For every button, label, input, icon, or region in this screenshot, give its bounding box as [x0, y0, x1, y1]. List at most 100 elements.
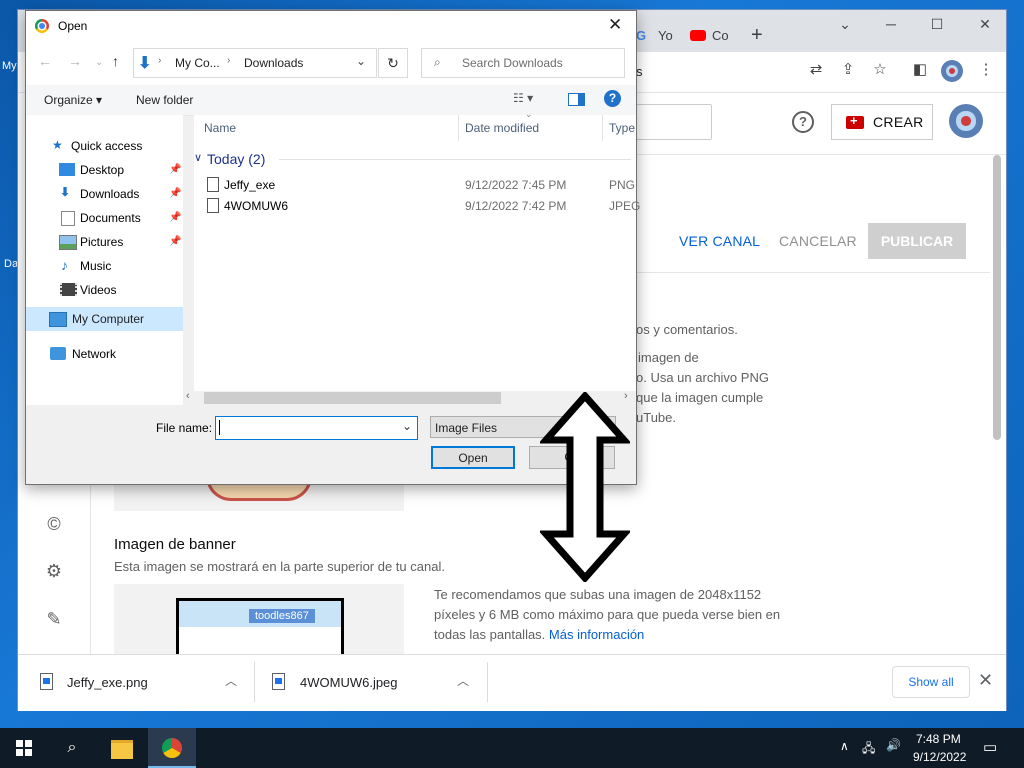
tray-chevron-icon[interactable]: ∧ — [840, 739, 849, 753]
clock-time[interactable]: 7:48 PM — [916, 732, 961, 746]
nav-label: Videos — [80, 283, 117, 297]
file-name-label: File name: — [156, 421, 213, 435]
view-channel-link[interactable]: VER CANAL — [679, 233, 760, 249]
desktop-icon-label[interactable]: My — [2, 60, 17, 72]
chevron-down-icon[interactable]: ⌄ — [402, 419, 412, 433]
search-downloads-input[interactable]: ⌕ Search Downloads — [421, 48, 625, 78]
file-date: 9/12/2022 7:45 PM — [465, 178, 567, 192]
folder-icon — [111, 740, 133, 759]
recent-locations-icon[interactable]: ⌄ — [95, 57, 103, 68]
volume-icon[interactable]: 🔊 — [886, 738, 901, 752]
pin-icon[interactable]: 📌 — [169, 188, 181, 199]
preview-pane-icon[interactable] — [568, 93, 585, 106]
side-panel-icon[interactable]: ◧ — [908, 60, 932, 80]
videos-icon — [60, 283, 77, 296]
restore-button[interactable]: ☐ — [914, 10, 960, 38]
file-icon — [40, 673, 53, 690]
nav-label: Quick access — [71, 139, 143, 153]
network-icon[interactable]: 🖧 — [862, 739, 875, 760]
file-type: JPEG — [609, 199, 641, 213]
search-icon: ⌕ — [434, 55, 441, 69]
divider — [279, 159, 631, 160]
help-icon[interactable]: ? — [792, 111, 814, 133]
image-file-icon — [207, 177, 219, 192]
new-tab-button[interactable]: + — [751, 24, 763, 47]
view-options-icon[interactable]: ☷ ▾ — [513, 91, 533, 105]
scroll-left-icon[interactable]: ‹ — [186, 390, 190, 402]
cancel-link[interactable]: CANCELAR — [779, 233, 857, 249]
chrome-taskbar-button[interactable] — [148, 728, 196, 768]
back-arrow-icon[interactable]: ← — [38, 53, 52, 69]
command-bar: Organize ▾ New folder ☷ ▾ ? — [26, 85, 636, 116]
start-button[interactable] — [0, 728, 48, 768]
help-icon[interactable]: ? — [604, 90, 621, 107]
share-icon[interactable]: ⇪ — [836, 60, 860, 80]
nav-label: Pictures — [80, 235, 124, 249]
nav-label: Documents — [80, 211, 141, 225]
file-name-input[interactable]: ⌄ — [215, 416, 418, 440]
notifications-icon[interactable]: ▭ — [983, 738, 997, 756]
tab-youtube-studio[interactable]: Co — [690, 26, 734, 46]
tab-list-button[interactable]: ⌄ — [822, 10, 868, 38]
column-type[interactable]: Type — [609, 121, 635, 135]
banner-section-subtitle: Esta imagen se mostrará en la parte supe… — [114, 559, 445, 574]
chevron-up-icon[interactable]: ︿ — [225, 672, 237, 689]
copyright-icon[interactable]: © — [44, 514, 64, 535]
group-collapse-icon[interactable]: ∨ — [194, 151, 202, 164]
pin-icon[interactable]: 📌 — [169, 164, 181, 175]
new-folder-button[interactable]: New folder — [136, 93, 193, 107]
bookmark-star-icon[interactable]: ☆ — [868, 60, 892, 80]
account-avatar[interactable] — [949, 104, 983, 138]
download-item[interactable]: Jeffy_exe.png ︿ — [30, 654, 252, 710]
menu-icon[interactable]: ⋮ — [974, 60, 998, 80]
open-button[interactable]: Open — [431, 446, 515, 469]
youtube-icon — [690, 30, 706, 41]
publish-button[interactable]: PUBLICAR — [868, 223, 966, 259]
translate-icon[interactable]: ⇄ — [804, 60, 828, 80]
more-info-link[interactable]: Más información — [549, 627, 644, 642]
group-header[interactable]: Today (2) — [207, 151, 265, 167]
close-downloads-bar-button[interactable]: ✕ — [978, 670, 993, 691]
column-date-modified[interactable]: Date modified — [465, 121, 539, 135]
divider — [602, 115, 603, 141]
forward-arrow-icon[interactable]: → — [68, 53, 82, 69]
page-scrollbar[interactable] — [993, 155, 1001, 440]
feedback-icon[interactable]: ✎ — [44, 609, 64, 630]
search-icon[interactable]: ⌕ — [48, 728, 96, 768]
file-row[interactable]: 4WOMUW6 9/12/2022 7:42 PM JPEG — [204, 198, 640, 216]
clock-date[interactable]: 9/12/2022 — [913, 750, 966, 764]
tab-youtube[interactable]: G Yo — [636, 26, 686, 46]
nav-label: Desktop — [80, 163, 125, 177]
column-name[interactable]: Name — [204, 121, 236, 135]
text-cursor — [219, 420, 220, 435]
address-dropdown-icon[interactable]: ⌄ — [356, 54, 366, 68]
minimize-button[interactable]: ─ — [868, 10, 914, 38]
file-row[interactable]: Jeffy_exe 9/12/2022 7:45 PM PNG — [204, 177, 635, 195]
show-all-downloads-button[interactable]: Show all — [892, 666, 970, 698]
nav-my-computer[interactable]: My Computer — [26, 307, 183, 331]
breadcrumb-my-computer[interactable]: My Co... — [175, 56, 220, 70]
navigation-pane: ★ Quick access Desktop 📌 ⬇ Downloads 📌 D… — [26, 115, 183, 405]
chevron-up-icon[interactable]: ︿ — [457, 672, 469, 689]
sort-chevron-icon: ⌄ — [525, 109, 533, 119]
download-item[interactable]: 4WOMUW6.jpeg ︿ — [262, 654, 484, 710]
file-explorer-icon[interactable] — [98, 728, 146, 768]
desktop-icon-label[interactable]: Da — [4, 258, 18, 270]
close-dialog-button[interactable]: ✕ — [608, 15, 622, 35]
close-window-button[interactable]: ✕ — [962, 10, 1008, 38]
organize-button[interactable]: Organize ▾ — [44, 93, 102, 107]
profile-avatar[interactable] — [941, 60, 963, 82]
settings-icon[interactable]: ⚙ — [44, 561, 64, 582]
up-arrow-icon[interactable]: ↑ — [112, 53, 119, 69]
scroll-thumb[interactable] — [204, 392, 501, 404]
download-filename: 4WOMUW6.jpeg — [300, 675, 398, 690]
create-button[interactable]: CREAR — [831, 104, 933, 140]
network-icon — [50, 347, 66, 360]
banner-recommendation: Te recomendamos que subas una imagen de … — [434, 585, 784, 645]
music-icon: ♪ — [61, 257, 68, 273]
pin-icon[interactable]: 📌 — [169, 236, 181, 247]
refresh-button[interactable]: ↻ — [378, 48, 408, 78]
breadcrumb-downloads[interactable]: Downloads — [244, 56, 303, 70]
address-bar[interactable]: ⬇ › My Co... › Downloads ⌄ — [133, 48, 377, 78]
pin-icon[interactable]: 📌 — [169, 212, 181, 223]
